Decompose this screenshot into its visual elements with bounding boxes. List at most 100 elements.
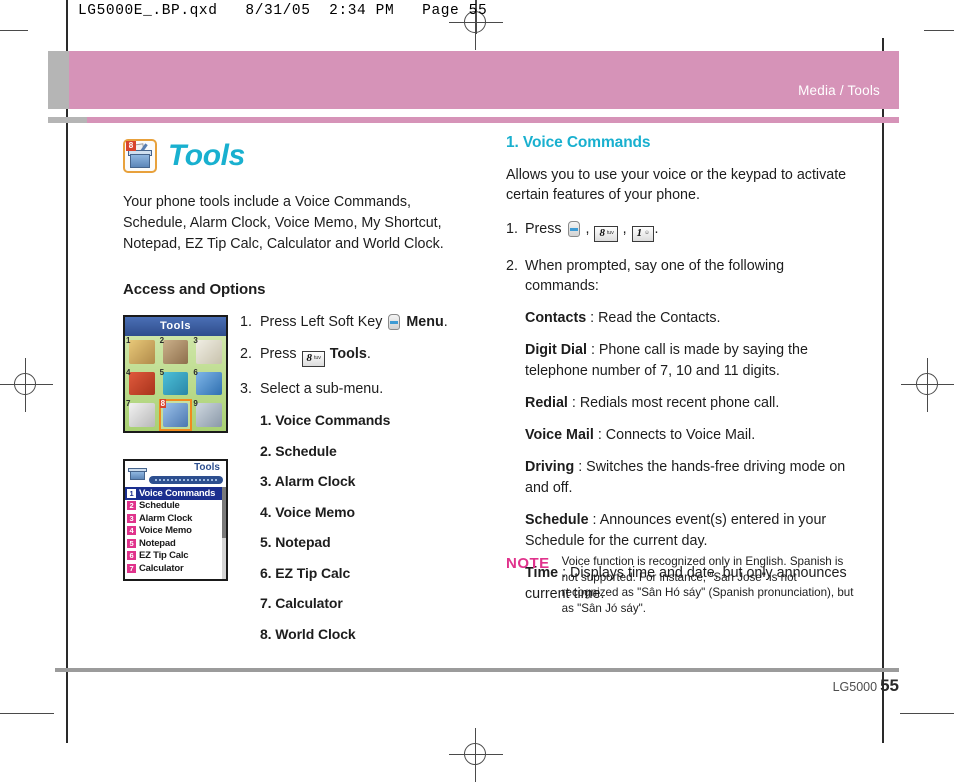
list-screen-header: Tools: [125, 461, 226, 487]
definition-description: : Switches the hands-free driving mode o…: [525, 459, 846, 496]
phone-list-row[interactable]: 2 Schedule: [125, 500, 226, 513]
phone-list-row-label: Notepad: [139, 537, 176, 549]
voice-step-2-index: 2.: [506, 258, 518, 274]
voice-step-1: 1. Press , 8 tuv , 1 ☺.: [506, 219, 856, 242]
voice-commands-heading: 1. Voice Commands: [506, 134, 651, 151]
phone-screenshots: Tools 123456789 Tools 1 Voice Commands 2 Sc…: [123, 315, 228, 581]
phone-list-row[interactable]: 3 Alarm Clock: [125, 512, 226, 525]
phone-list-row-label: Voice Memo: [139, 525, 192, 537]
definition-term: Contacts: [525, 310, 587, 326]
tools-icon: 8: [123, 139, 157, 173]
tools-icon-badge: 8: [126, 141, 136, 151]
print-header-text: LG5000E_.BP.qxd 8/31/05 2:34 PM Page 55: [78, 3, 488, 19]
voice-step-1-post: .: [654, 221, 659, 237]
grid-cell-art: [196, 340, 222, 364]
phone-menu-grid-cell[interactable]: 1: [125, 336, 159, 368]
grid-cell-number: 5: [159, 367, 165, 377]
phone-menu-grid-cell[interactable]: 2: [159, 336, 193, 368]
phone-list-row-number: 2: [127, 501, 136, 511]
phone-list-row-label: Voice Commands: [139, 487, 216, 499]
grid-screen-title: Tools: [125, 317, 226, 336]
grid-cell-number: 7: [126, 399, 131, 409]
page-title: Tools: [168, 139, 245, 172]
voice-step-1-text: Press: [525, 221, 562, 237]
definition-term: Schedule: [525, 512, 589, 528]
phone-menu-grid-cell[interactable]: 4: [125, 368, 159, 400]
registration-mark-left: [0, 358, 53, 412]
crop-line-right-lower: [900, 713, 954, 714]
masthead-gray-block: [48, 51, 69, 109]
voice-command-definition: Driving : Switches the hands-free drivin…: [525, 457, 856, 499]
footer-page-number: 55: [880, 676, 899, 695]
grid-cell-number: 9: [193, 399, 198, 409]
voice-command-definition: Redial : Redials most recent phone call.: [525, 393, 856, 414]
phone-list-row-label: Calculator: [139, 562, 184, 574]
access-step-2-text: Press: [260, 346, 297, 362]
access-step-2: 2. Press 8 tuv Tools.: [240, 345, 475, 367]
phone-menu-grid-cell[interactable]: 7: [125, 399, 159, 431]
section-title-row: 8 Tools: [123, 136, 473, 176]
key-1-sub: ☺: [644, 230, 650, 236]
access-step-1-text: Press Left Soft Key: [260, 314, 383, 330]
phone-list-row-number: 5: [127, 538, 136, 548]
print-header-bar: LG5000E_.BP.qxd 8/31/05 2:34 PM Page 55: [66, 0, 884, 38]
phone-list-row-number: 6: [127, 551, 136, 561]
phone-menu-list: 1 Voice Commands 2 Schedule 3 Alarm Clock 4 Voi…: [125, 487, 226, 579]
masthead-underrule-gray: [48, 117, 87, 123]
grid-cell-number: 3: [193, 336, 198, 345]
definition-description: : Read the Contacts.: [586, 310, 721, 326]
submenu-item: 8. World Clock: [260, 625, 356, 642]
crop-line-right-upper: [924, 30, 954, 31]
submenu-item: 3. Alarm Clock: [260, 473, 356, 489]
submenu-item: 7. Calculator: [260, 595, 343, 611]
registration-mark-bottom: [449, 728, 503, 782]
access-step-3-index: 3.: [240, 381, 252, 397]
access-step-3-text: Select a sub-menu.: [260, 381, 384, 397]
phone-menu-grid-cell[interactable]: 9: [192, 399, 226, 431]
access-step-1-bold: Menu: [406, 314, 444, 330]
submenu-item: 6. EZ Tip Calc: [260, 564, 351, 581]
submenu-item: 1. Voice Commands: [260, 412, 391, 428]
phone-menu-grid-cell[interactable]: 5: [159, 368, 193, 400]
phone-list-row[interactable]: 7 Calculator: [125, 562, 226, 575]
key-8-digit-2: 8: [599, 227, 605, 239]
phone-list-row-number: 1: [127, 488, 136, 498]
grid-cell-number: 8: [159, 399, 167, 409]
definition-description: : Redials most recent phone call.: [567, 395, 780, 411]
note-body: Voice function is recognized only in Eng…: [561, 555, 854, 615]
list-pager-bar: [149, 476, 223, 484]
grid-cell-art: [162, 371, 189, 396]
grid-cell-art: [196, 371, 222, 396]
grid-cell-art: [162, 340, 189, 364]
note-label: NOTE: [506, 555, 550, 572]
key-8-icon-2: 8 tuv: [594, 226, 618, 242]
phone-list-row-number: 7: [127, 563, 136, 573]
access-steps: 1. Press Left Soft Key Menu. 2. Press 8t…: [240, 313, 475, 656]
submenu-item: 4. Voice Memo: [260, 503, 355, 520]
phone-list-row[interactable]: 4 Voice Memo: [125, 525, 226, 538]
phone-menu-grid-cell[interactable]: 8: [158, 399, 193, 431]
crop-line-left-lower: [0, 713, 54, 714]
phone-list-row[interactable]: 1 Voice Commands: [125, 487, 226, 500]
left-soft-key-icon: [388, 314, 401, 330]
key-8-sub: tuv: [314, 355, 321, 361]
phone-menu-grid-cell[interactable]: 6: [192, 368, 226, 400]
voice-command-definition: Schedule : Announces event(s) entered in…: [525, 510, 856, 552]
access-step-1-index: 1.: [240, 314, 252, 330]
definition-term: Redial: [525, 395, 568, 411]
phone-screenshot-menu-grid: Tools 1 2 3 4 5 6 7 8 9: [123, 315, 228, 433]
breadcrumb: Media / Tools: [798, 83, 880, 98]
grid-cell-art: [162, 403, 189, 427]
key-1-icon: 1 ☺: [631, 226, 654, 242]
access-step-1: 1. Press Left Soft Key Menu.: [240, 313, 475, 332]
list-screen-title: Tools: [194, 462, 220, 473]
phone-screenshot-tools-list: Tools 1 Voice Commands 2 Schedule 3 Alarm Clo…: [123, 459, 228, 581]
list-scrollbar[interactable]: [222, 487, 226, 579]
phone-list-row[interactable]: 5 Notepad: [125, 537, 226, 550]
access-step-1-post: .: [443, 314, 448, 330]
phone-menu-grid-cell[interactable]: 3: [192, 336, 226, 368]
crop-line-left-upper: [0, 30, 28, 31]
phone-list-row[interactable]: 6 EZ Tip Calc: [125, 550, 226, 563]
voice-step-2-text: When prompted, say one of the following …: [525, 258, 785, 294]
phone-list-row-label: Schedule: [139, 500, 180, 512]
